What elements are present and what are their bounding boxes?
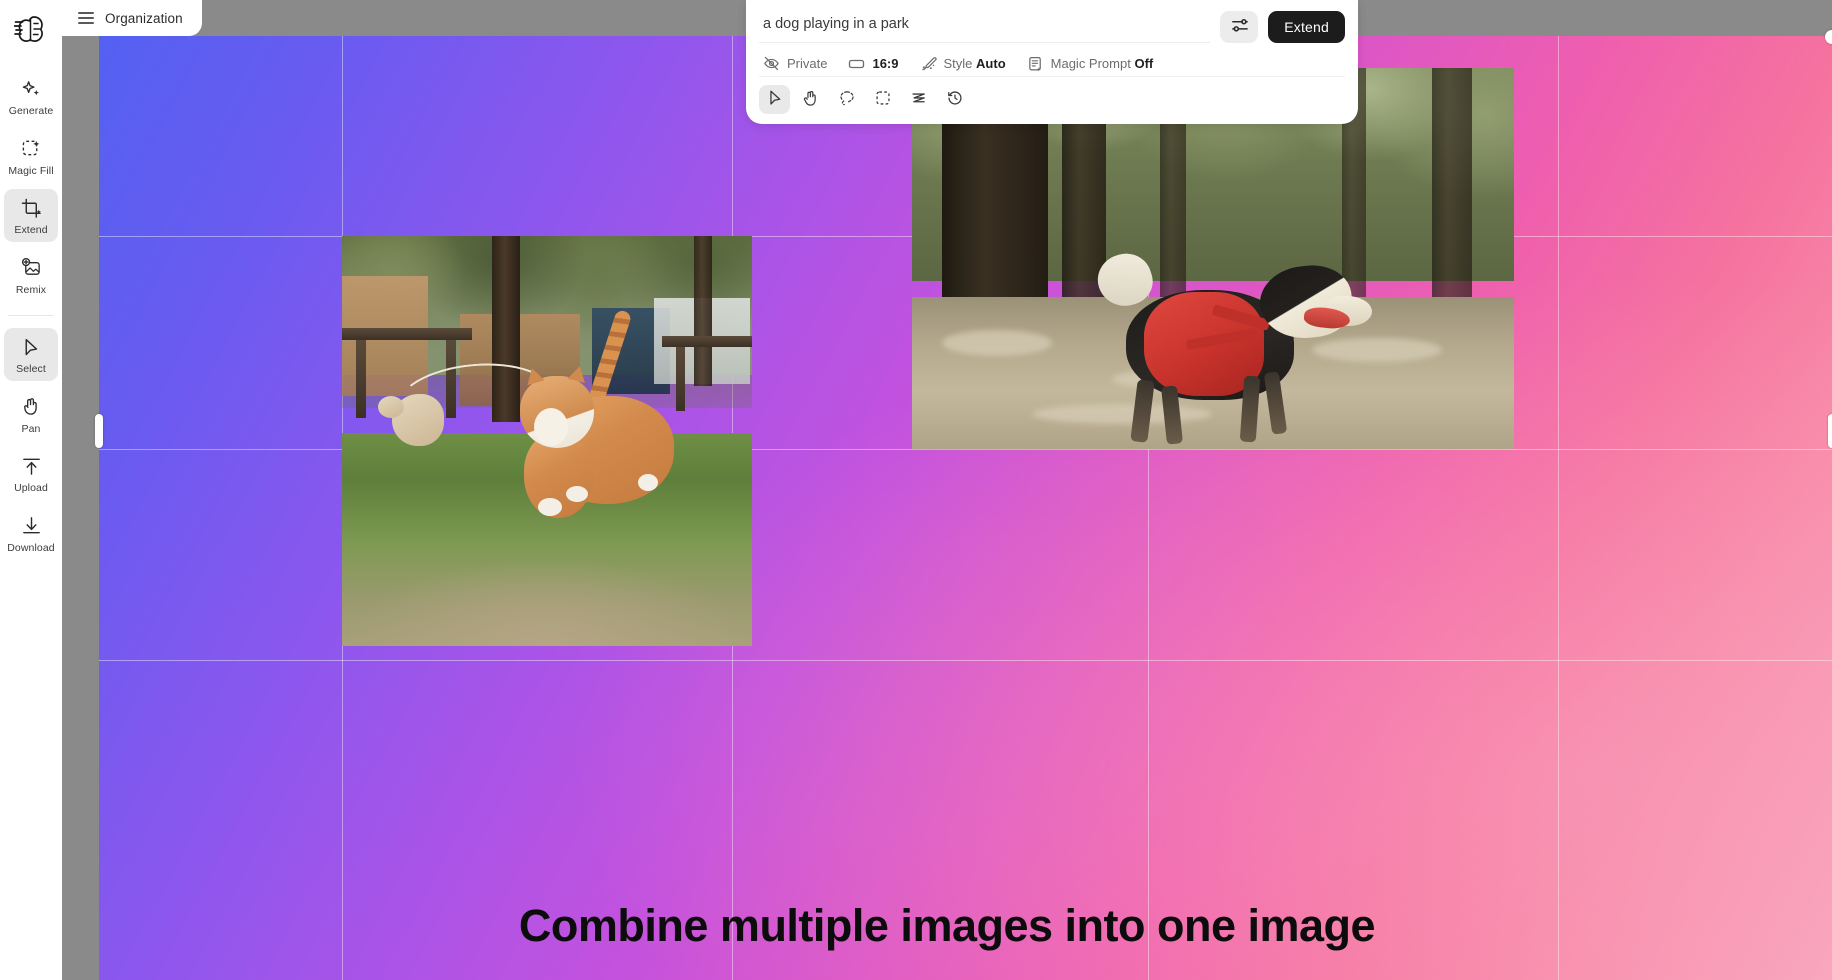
cursor-arrow-icon	[19, 335, 43, 359]
canvas-tools-row	[759, 77, 1345, 115]
sidebar-item-label: Magic Fill	[8, 164, 54, 177]
squiggle-icon	[910, 89, 928, 110]
sidebar-item-remix[interactable]: Remix	[4, 249, 58, 302]
aspect-ratio-icon	[848, 55, 865, 72]
prompt-panel[interactable]: Extend Private 16:	[746, 0, 1358, 124]
extend-button[interactable]: Extend	[1268, 10, 1345, 43]
sidebar-item-select[interactable]: Select	[4, 328, 58, 381]
aspect-ratio-value-text: 16:9	[872, 56, 899, 71]
sidebar-item-magic-fill[interactable]: Magic Fill	[4, 130, 58, 183]
style-value: Auto	[976, 56, 1006, 71]
sliders-icon	[1230, 16, 1249, 38]
brain-logo-icon[interactable]	[9, 8, 53, 52]
privacy-option[interactable]: Private	[763, 55, 827, 72]
sparkle-icon	[19, 77, 43, 101]
sidebar-item-label: Upload	[14, 482, 48, 494]
magic-prompt-icon	[1027, 55, 1044, 72]
sidebar-item-label: Download	[7, 541, 55, 554]
canvas-viewport[interactable]: Combine multiple images into one image	[62, 0, 1832, 980]
aspect-ratio-value: 16:9	[872, 56, 898, 71]
style-option[interactable]: Style Auto	[920, 55, 1006, 72]
sidebar-item-download[interactable]: Download	[4, 507, 58, 560]
sidebar-item-label: Generate	[8, 105, 54, 117]
history-clock-icon	[946, 89, 964, 110]
eye-off-icon	[763, 55, 780, 72]
prompt-row: Extend	[759, 10, 1345, 43]
artboard[interactable]	[99, 36, 1832, 980]
magic-fill-icon	[19, 137, 43, 161]
magic-prompt-option[interactable]: Magic Prompt Off	[1027, 55, 1154, 72]
magic-prompt-label: Magic Prompt Off	[1050, 56, 1154, 71]
download-arrow-icon	[19, 514, 43, 538]
upload-arrow-icon	[19, 454, 43, 478]
rect-select-tool-button[interactable]	[867, 85, 898, 114]
cat-photo-content	[342, 236, 752, 646]
hand-icon	[19, 395, 43, 419]
grid-line-vertical	[1558, 36, 1559, 980]
history-tool-button[interactable]	[939, 85, 970, 114]
prompt-input[interactable]	[759, 10, 1211, 43]
grid-line-horizontal	[99, 660, 1832, 661]
artboard-handle-left[interactable]	[95, 414, 103, 448]
aspect-ratio-option[interactable]: 16:9	[848, 55, 899, 72]
organization-label: Organization	[105, 10, 183, 26]
sidebar-item-label: Extend	[14, 224, 48, 236]
artboard-handle-top-right[interactable]	[1825, 30, 1832, 44]
remix-image-icon	[19, 256, 43, 280]
artboard-handle-right[interactable]	[1828, 414, 1832, 448]
cursor-arrow-icon	[766, 89, 784, 110]
cat-playing-in-park-image[interactable]	[342, 236, 752, 646]
lasso-select-icon	[838, 89, 856, 110]
lasso-tool-button[interactable]	[831, 85, 862, 114]
extend-crop-icon	[19, 196, 43, 220]
sidebar-divider	[8, 315, 54, 316]
style-label: Style Auto	[943, 56, 1006, 71]
select-tool-button[interactable]	[759, 85, 790, 114]
pan-tool-button[interactable]	[795, 85, 826, 114]
sidebar-item-generate[interactable]: Generate	[4, 70, 58, 123]
sidebar-item-pan[interactable]: Pan	[4, 388, 58, 441]
rect-select-icon	[874, 89, 892, 110]
prompt-options-row: Private 16:9 Style Auto Magic Prompt Off	[759, 43, 1345, 77]
sidebar-item-extend[interactable]: Extend	[4, 189, 58, 242]
privacy-label: Private	[787, 56, 828, 71]
left-sidebar: Generate Magic Fill Extend Remix Select …	[0, 0, 62, 980]
dog-photo-content	[912, 68, 1514, 449]
sidebar-item-upload[interactable]: Upload	[4, 447, 58, 500]
dog-playing-in-park-image[interactable]	[912, 68, 1514, 449]
hand-icon	[802, 89, 820, 110]
organization-tab[interactable]: Organization	[62, 0, 202, 36]
magic-prompt-value: Off	[1134, 56, 1154, 71]
app-root: Combine multiple images into one image G…	[0, 0, 1832, 980]
hamburger-menu-icon[interactable]	[78, 11, 94, 25]
sidebar-item-label: Remix	[15, 283, 47, 296]
scribble-tool-button[interactable]	[903, 85, 934, 114]
settings-sliders-button[interactable]	[1220, 10, 1259, 43]
style-brush-icon	[920, 55, 937, 72]
sidebar-item-label: Pan	[21, 422, 41, 435]
sidebar-item-label: Select	[16, 363, 46, 375]
